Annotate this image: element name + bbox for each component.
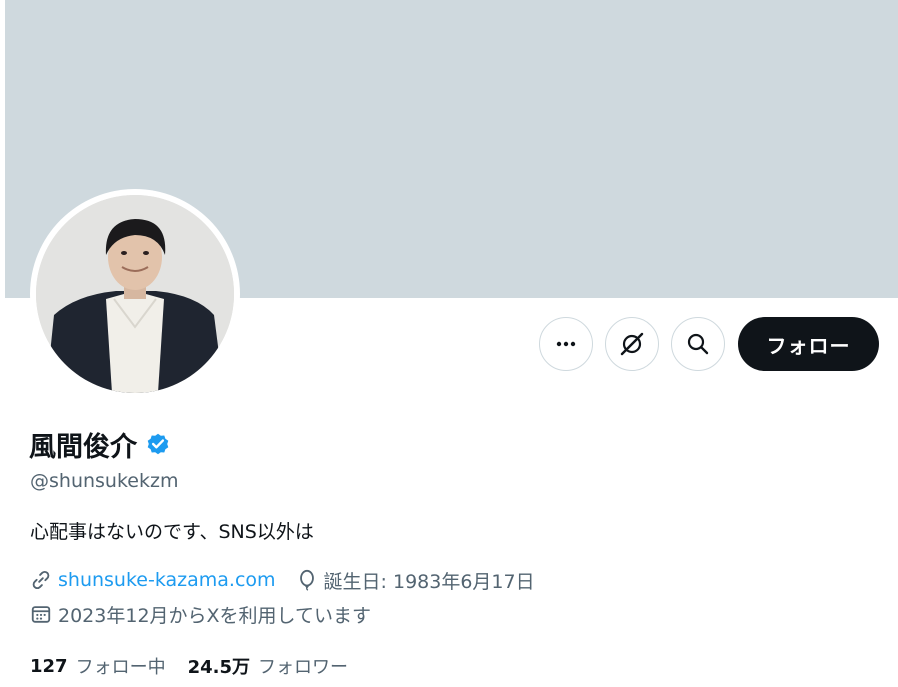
following-count: 127 [30, 655, 68, 677]
profile-joined-row: 2023年12月からXを利用しています [30, 600, 391, 628]
joined-item: 2023年12月からXを利用しています [30, 601, 371, 628]
website-link[interactable]: shunsuke-kazama.com [58, 569, 276, 591]
search-icon [687, 333, 709, 355]
follow-button[interactable]: フォロー [738, 317, 879, 371]
followers-stat[interactable]: 24.5万 フォロワー [188, 653, 348, 679]
followers-label: フォロワー [258, 657, 348, 678]
balloon-icon [299, 569, 314, 591]
more-icon [556, 341, 576, 347]
grok-button[interactable] [605, 317, 659, 371]
grok-icon [620, 332, 644, 356]
name-row: 風間俊介 [29, 424, 171, 464]
profile-page: フォロー 風間俊介 @shunsuke­kzm 心配事はないのです、SNS以外は… [0, 0, 898, 687]
avatar[interactable] [36, 195, 234, 393]
followers-count: 24.5万 [187, 657, 250, 678]
display-name: 風間俊介 [29, 431, 137, 463]
birthday-item: 誕生日: 1983年6月17日 [296, 567, 535, 594]
more-button[interactable] [539, 317, 593, 371]
following-stat[interactable]: 127 フォロー中 [30, 653, 166, 679]
profile-stats: 127 フォロー中 24.5万 フォロワー [30, 652, 370, 680]
link-icon [32, 570, 50, 590]
birthday-text: 誕生日: 1983年6月17日 [323, 570, 535, 593]
following-label: フォロー中 [75, 657, 166, 678]
avatar-photo [36, 195, 234, 393]
joined-text: 2023年12月からXを利用しています [58, 604, 371, 627]
website-item: shunsuke-kazama.com [30, 569, 276, 591]
search-button[interactable] [671, 317, 725, 371]
verified-badge-icon[interactable] [145, 431, 171, 457]
calendar-icon [31, 606, 51, 623]
profile-handle: @shunsuke­kzm [30, 470, 179, 492]
profile-meta-row: shunsuke-kazama.com 誕生日: 1983年6月17日 [30, 566, 555, 594]
profile-bio: 心配事はないのです、SNS以外は [30, 521, 314, 543]
